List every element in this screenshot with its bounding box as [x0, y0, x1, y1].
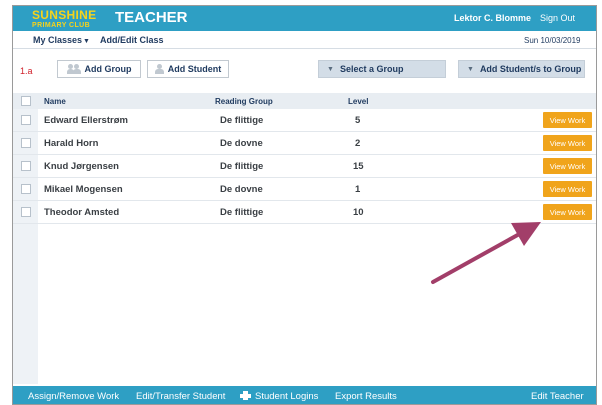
- annotation-arrow: [431, 222, 541, 284]
- arrow-shaft: [431, 230, 525, 284]
